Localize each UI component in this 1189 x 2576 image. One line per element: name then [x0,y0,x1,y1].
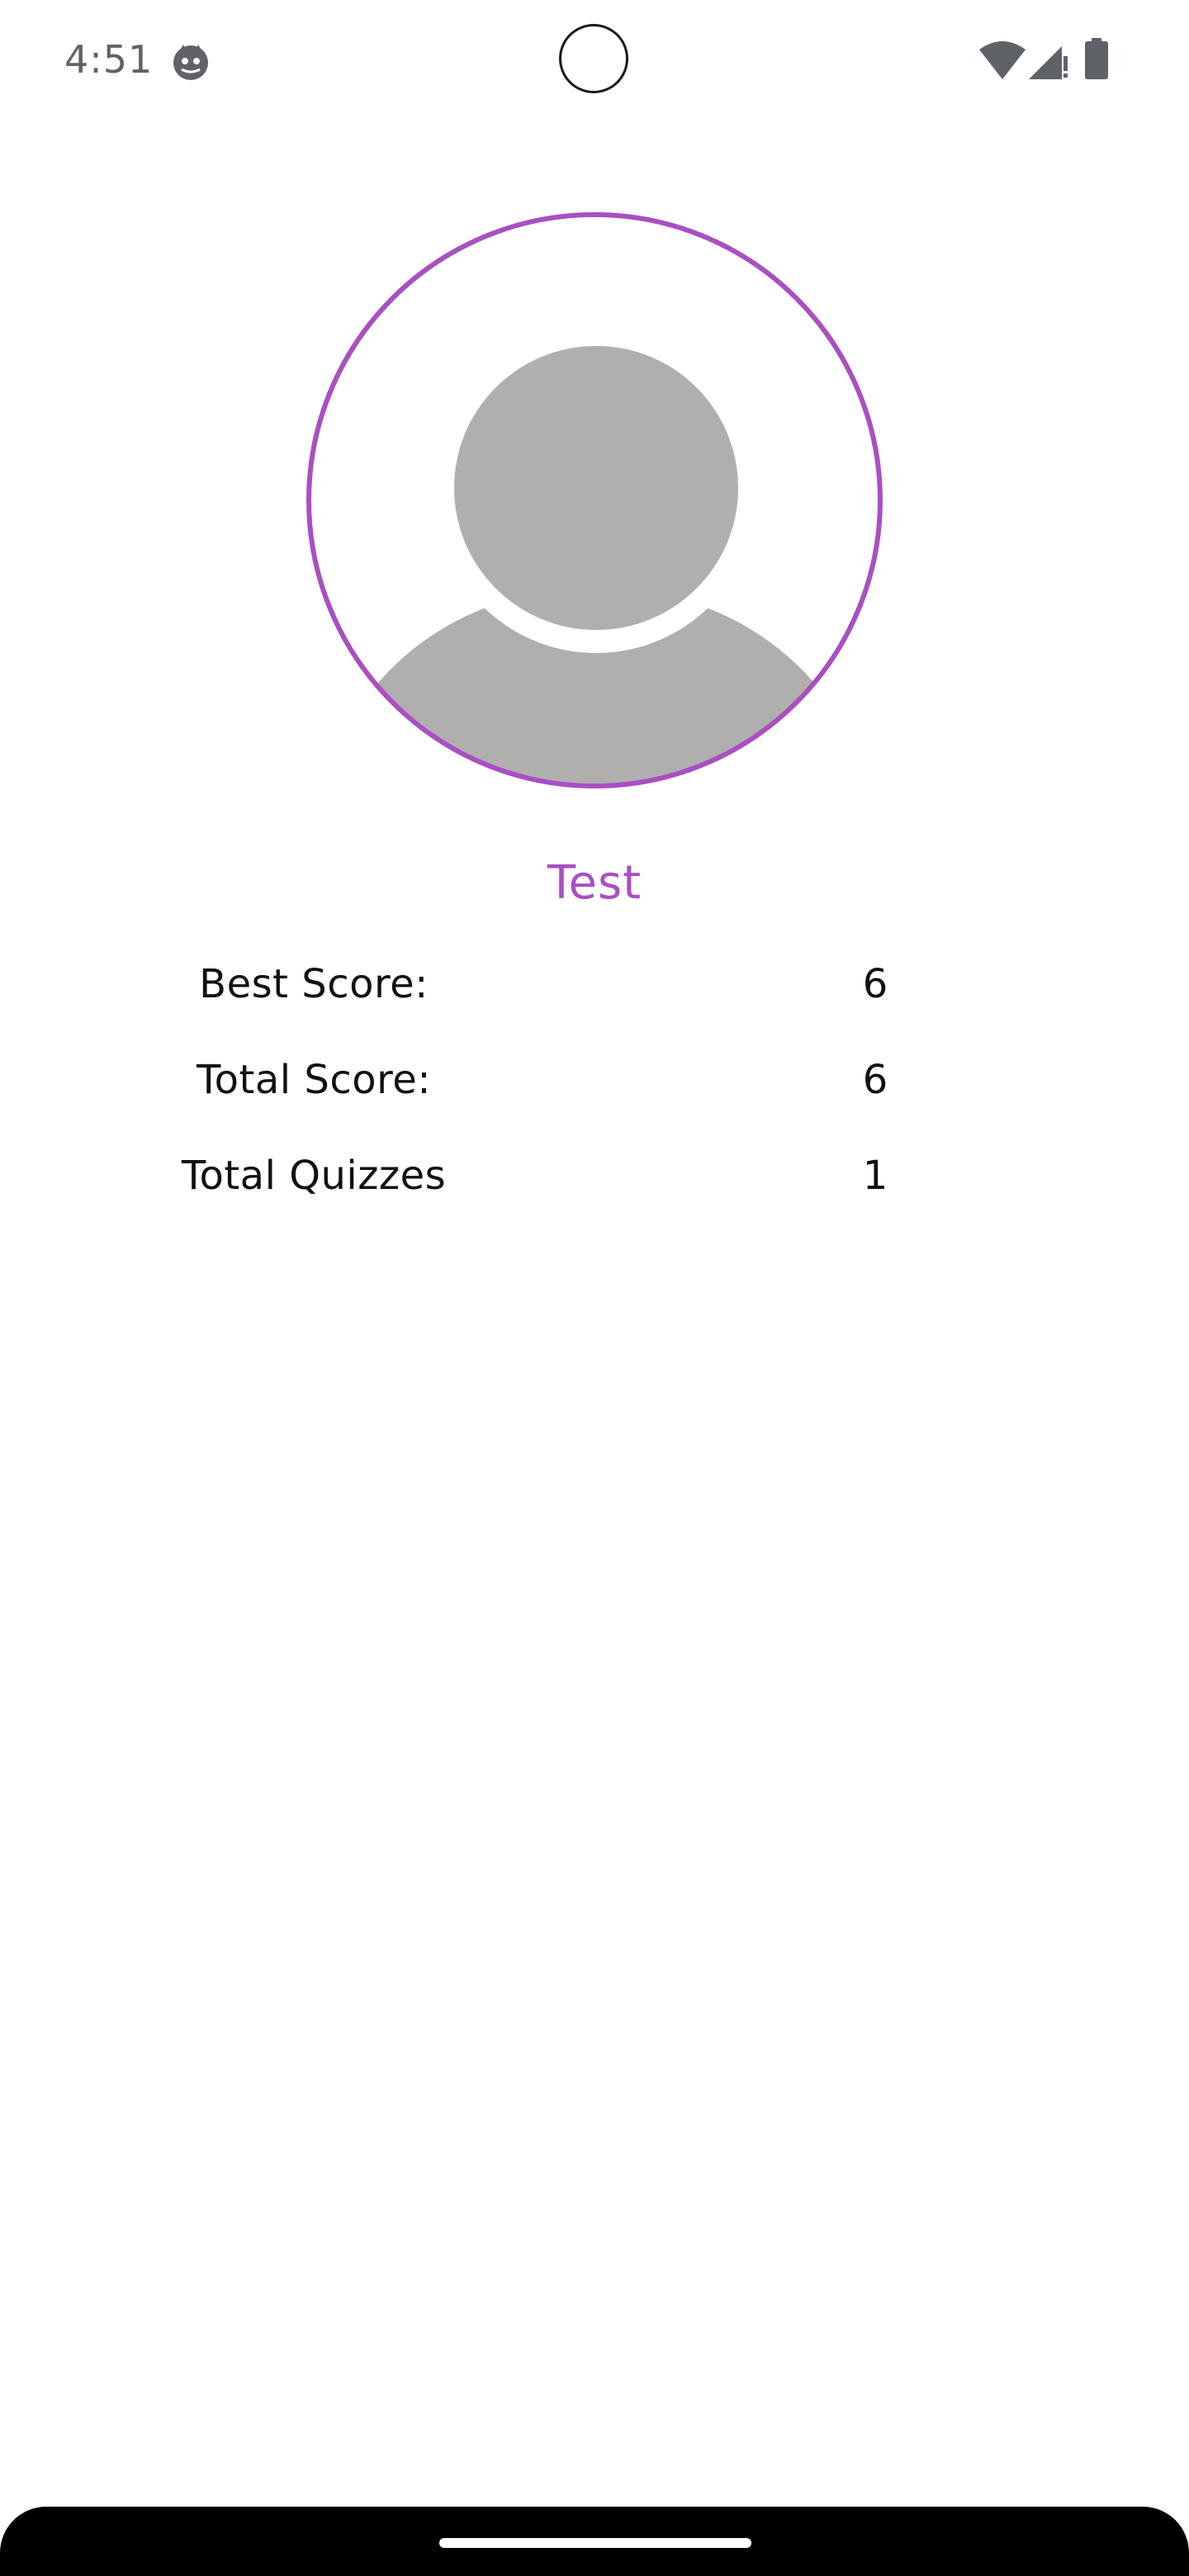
wifi-icon [979,41,1026,79]
gesture-nav-bar [0,2507,1189,2576]
battery-icon [1085,38,1108,79]
stat-row-total-quizzes: Total Quizzes 1 [0,1143,1189,1209]
cat-face-icon [173,45,208,80]
stat-row-best-score: Best Score: 6 [0,951,1189,1017]
username: Test [547,856,642,910]
status-bar: 4:51 [0,0,1189,124]
stat-label-total-quizzes: Total Quizzes [181,1153,447,1199]
stat-value-best-score: 6 [862,961,888,1007]
stat-row-total-score: Total Score: 6 [0,1047,1189,1113]
stat-label-best-score: Best Score: [199,961,429,1007]
stat-value-total-quizzes: 1 [862,1153,888,1199]
status-time: 4:51 [64,37,154,82]
cellular-signal-icon [1029,46,1068,79]
home-indicator[interactable] [439,2538,751,2548]
camera-cutout [559,24,628,93]
stat-label-total-score: Total Score: [197,1057,431,1103]
avatar [306,212,883,788]
stat-value-total-score: 6 [862,1057,888,1103]
